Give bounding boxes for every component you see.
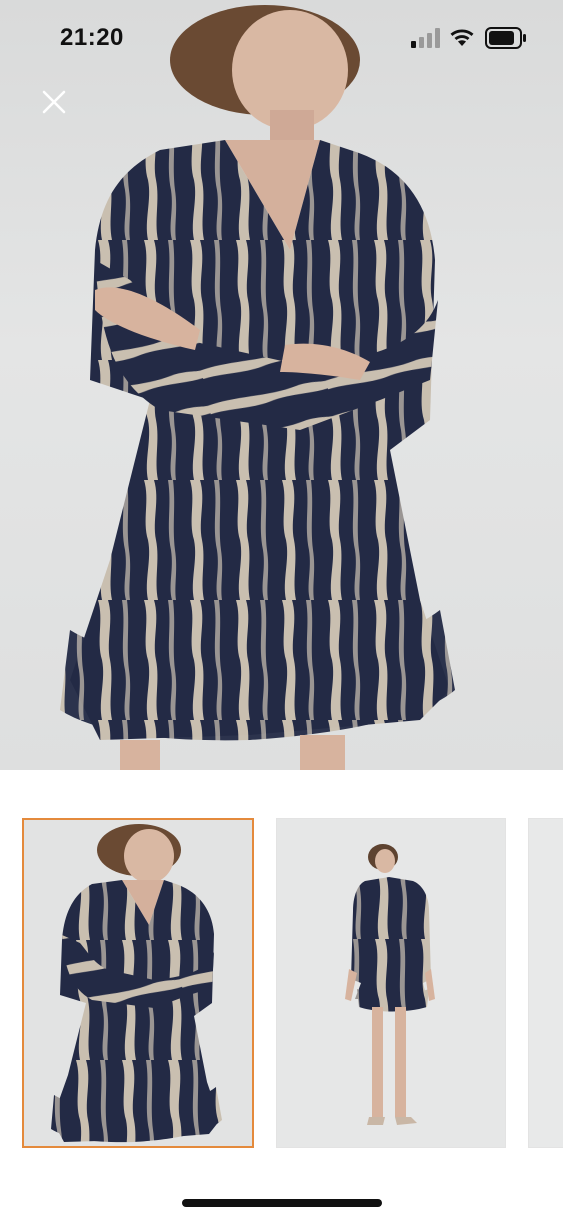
thumbnail-strip[interactable]	[0, 818, 563, 1150]
main-product-image[interactable]	[0, 0, 563, 770]
thumbnail-2[interactable]	[276, 818, 506, 1148]
status-time: 21:20	[60, 24, 124, 51]
thumbnail-3[interactable]	[528, 818, 563, 1148]
close-button[interactable]	[36, 84, 72, 120]
wifi-icon	[450, 29, 474, 46]
battery-icon	[485, 27, 526, 49]
close-icon	[42, 90, 66, 114]
status-bar: 21:20	[0, 0, 563, 74]
dress-photo	[60, 5, 455, 770]
thumbnail-image-closeup	[24, 820, 252, 1146]
thumbnail-image-partial	[529, 819, 563, 1147]
signal-icon	[411, 28, 440, 48]
thumbnail-1[interactable]	[22, 818, 254, 1148]
home-indicator[interactable]	[182, 1199, 382, 1207]
thumbnail-image-full-length	[277, 819, 505, 1147]
